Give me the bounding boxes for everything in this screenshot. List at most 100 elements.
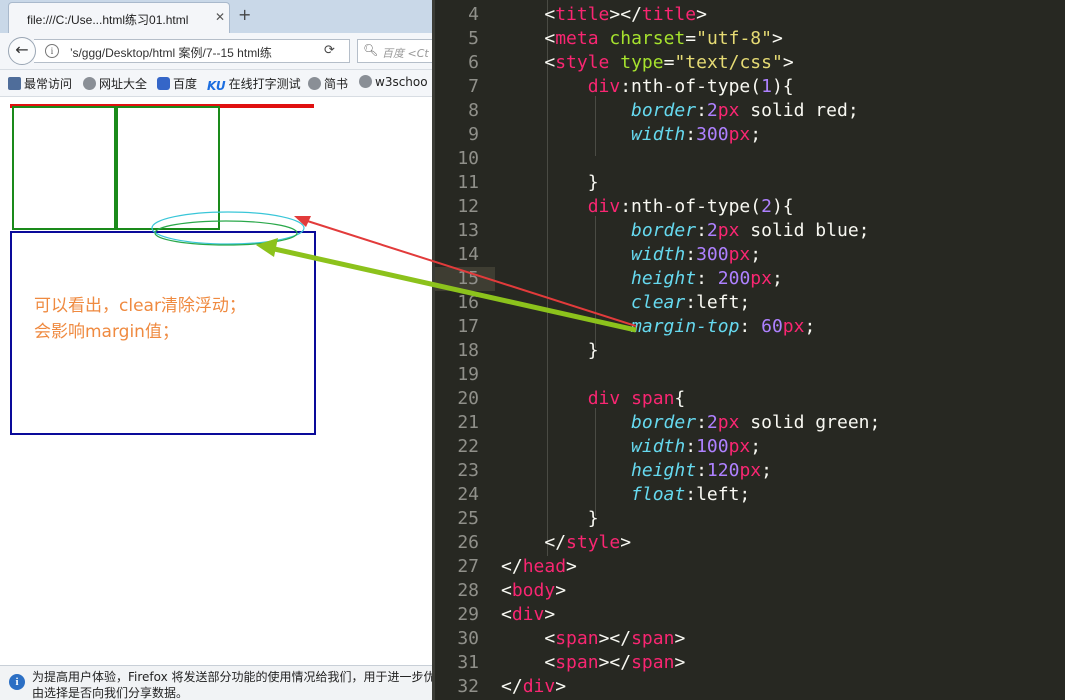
line-number: 21 <box>457 412 479 433</box>
code-token: : <box>696 220 707 241</box>
bookmark-most-visited[interactable]: 最常访问 <box>8 75 72 92</box>
code-token: span <box>555 628 599 649</box>
code-token: solid red; <box>739 100 859 121</box>
bookmarks-toolbar: 最常访问 网址大全 百度 KU 在线打字测试 简书 w3schoo <box>0 70 432 97</box>
code-token: } <box>587 340 599 361</box>
floated-span-1 <box>12 106 116 230</box>
code-token: "text/css" <box>674 52 783 73</box>
code-line: 7 div:nth-of-type(1){ <box>435 75 1065 99</box>
code-token: meta <box>555 28 599 49</box>
code-text: <div> <box>501 603 555 627</box>
code-token: > <box>555 580 567 601</box>
code-token: : <box>696 412 707 433</box>
code-text: <title></title> <box>501 3 707 27</box>
close-icon[interactable]: ✕ <box>215 10 225 24</box>
code-token: charset <box>609 28 686 49</box>
code-line: 32 </div> <box>435 675 1065 699</box>
notification-text-line-2: 由选择是否向我们分享数据。 <box>32 686 189 700</box>
code-token: float <box>631 484 686 505</box>
code-token: :nth-of-type( <box>620 76 762 97</box>
code-text: } <box>501 171 599 195</box>
code-line: 11 } <box>435 171 1065 195</box>
code-token: < <box>544 628 556 649</box>
code-token: span <box>631 388 675 409</box>
line-number: 4 <box>468 4 479 25</box>
bookmark-w3school[interactable]: w3schoo <box>359 75 428 89</box>
code-text: height: 200px; <box>501 267 783 291</box>
code-line: 18 } <box>435 339 1065 363</box>
line-number: 8 <box>468 100 479 121</box>
code-text: width:300px; <box>501 243 761 267</box>
search-input[interactable]: 🔍︎ 百度 <Ct <box>357 39 432 63</box>
line-number: 9 <box>468 124 479 145</box>
code-token: > <box>566 556 577 577</box>
code-token: head <box>522 556 567 577</box>
code-token: = <box>663 52 675 73</box>
new-tab-button[interactable]: + <box>238 5 251 24</box>
bookmark-typing-test[interactable]: KU 在线打字测试 <box>207 75 301 93</box>
bookmark-jianshu[interactable]: 简书 <box>308 75 348 92</box>
code-token: = <box>685 28 697 49</box>
browser-tab[interactable]: file:///C:/Use...html练习01.html ✕ <box>8 2 230 33</box>
code-token: > <box>771 28 783 49</box>
code-token: : <box>696 460 707 481</box>
url-bar[interactable]: i ’s/ggg/Desktop/html 案例/7--15 html练 ⟳ <box>34 39 350 63</box>
code-token: px <box>728 244 751 265</box>
code-token: 300 <box>696 244 729 265</box>
line-number: 32 <box>457 676 479 697</box>
navigation-bar: i ’s/ggg/Desktop/html 案例/7--15 html练 ⟳ ←… <box>0 33 432 70</box>
line-number: 18 <box>457 340 479 361</box>
code-token: style <box>555 52 610 73</box>
code-token: px <box>728 436 751 457</box>
code-line: 6 <style type="text/css"> <box>435 51 1065 75</box>
browser-window: file:///C:/Use...html练习01.html ✕ + i ’s/… <box>0 0 432 700</box>
code-token: "utf-8" <box>696 28 772 49</box>
url-text: ’s/ggg/Desktop/html 案例/7--15 html练 <box>70 46 272 60</box>
bookmark-site-directory[interactable]: 网址大全 <box>83 75 147 92</box>
line-number: 11 <box>457 172 479 193</box>
code-text: height:120px; <box>501 459 772 483</box>
code-token: :nth-of-type( <box>620 196 762 217</box>
code-line: 22 width:100px; <box>435 435 1065 459</box>
code-text: clear:left; <box>501 291 750 315</box>
code-text: <style type="text/css"> <box>501 51 793 75</box>
code-token: 120 <box>706 460 740 481</box>
code-token: :left; <box>685 484 751 505</box>
baidu-paw-icon <box>157 77 170 90</box>
reload-icon[interactable]: ⟳ <box>324 43 335 58</box>
code-token: width <box>631 124 686 145</box>
ku-icon: KU <box>207 79 226 93</box>
code-text: } <box>501 339 599 363</box>
code-line: 12 div:nth-of-type(2){ <box>435 195 1065 219</box>
line-number: 6 <box>468 52 479 73</box>
code-token: px <box>728 124 751 145</box>
bookmark-baidu[interactable]: 百度 <box>157 75 197 92</box>
code-token: 200 <box>717 268 751 289</box>
code-line: 14 width:300px; <box>435 243 1065 267</box>
code-token: ){ <box>771 196 794 217</box>
code-token: 1 <box>761 76 772 97</box>
line-number: 23 <box>457 460 479 481</box>
line-number: 22 <box>457 436 479 457</box>
code-token: ){ <box>771 76 794 97</box>
code-token: < <box>501 604 512 625</box>
code-token: > <box>544 604 556 625</box>
code-token: div <box>587 388 621 409</box>
code-token: : <box>685 124 697 145</box>
line-number: 13 <box>457 220 479 241</box>
code-line: 5 <meta charset="utf-8"> <box>435 27 1065 51</box>
code-text: } <box>501 507 599 531</box>
info-icon[interactable]: i <box>45 44 59 58</box>
line-number: 16 <box>457 292 479 313</box>
code-text: <meta charset="utf-8"> <box>501 27 783 51</box>
code-token: > <box>674 628 686 649</box>
code-text: width:100px; <box>501 435 761 459</box>
bookmark-folder-icon <box>8 77 21 90</box>
code-token: border <box>631 220 697 241</box>
back-button[interactable]: ← <box>8 37 36 65</box>
code-token: : <box>685 244 697 265</box>
code-token: px <box>750 268 772 289</box>
line-number: 14 <box>457 244 479 265</box>
code-editor[interactable]: 4 <title></title> 5 <meta charset="utf-8"… <box>432 0 1065 700</box>
notification-bar: i 为提高用户体验，Firefox 将发送部分功能的使用情况给我们，用于进一步优… <box>0 665 432 700</box>
